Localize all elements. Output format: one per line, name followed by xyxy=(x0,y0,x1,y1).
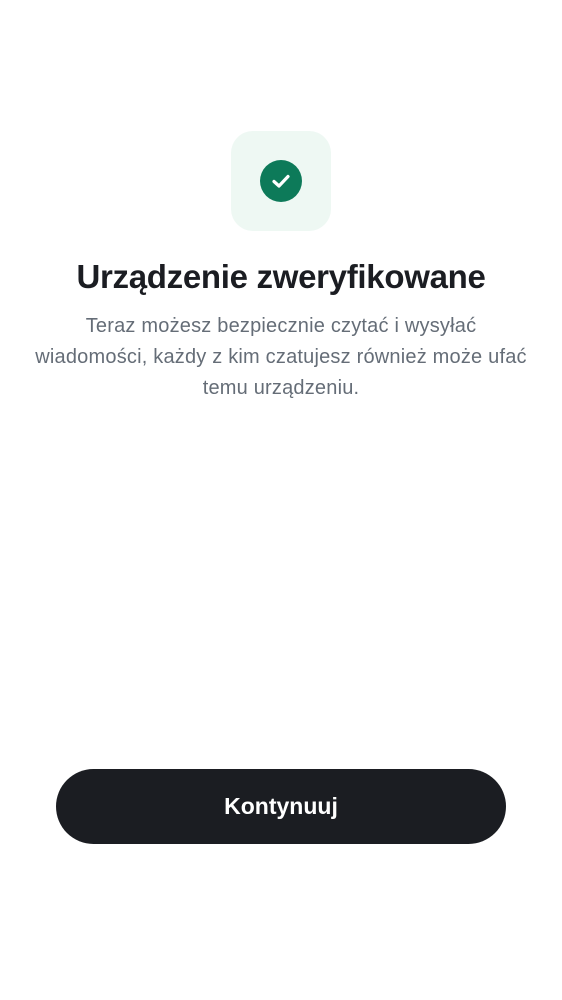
continue-button[interactable]: Kontynuuj xyxy=(56,769,506,844)
verified-icon-tile xyxy=(231,131,331,231)
checkmark-circle-icon xyxy=(260,160,302,202)
checkmark-icon xyxy=(272,174,290,188)
page-title: Urządzenie zweryfikowane xyxy=(76,258,486,295)
verification-description: Teraz możesz bezpiecznie czytać i wysyła… xyxy=(35,315,527,399)
verification-complete-screen: Urządzenie zweryfikowane Teraz możesz be… xyxy=(0,0,562,1000)
